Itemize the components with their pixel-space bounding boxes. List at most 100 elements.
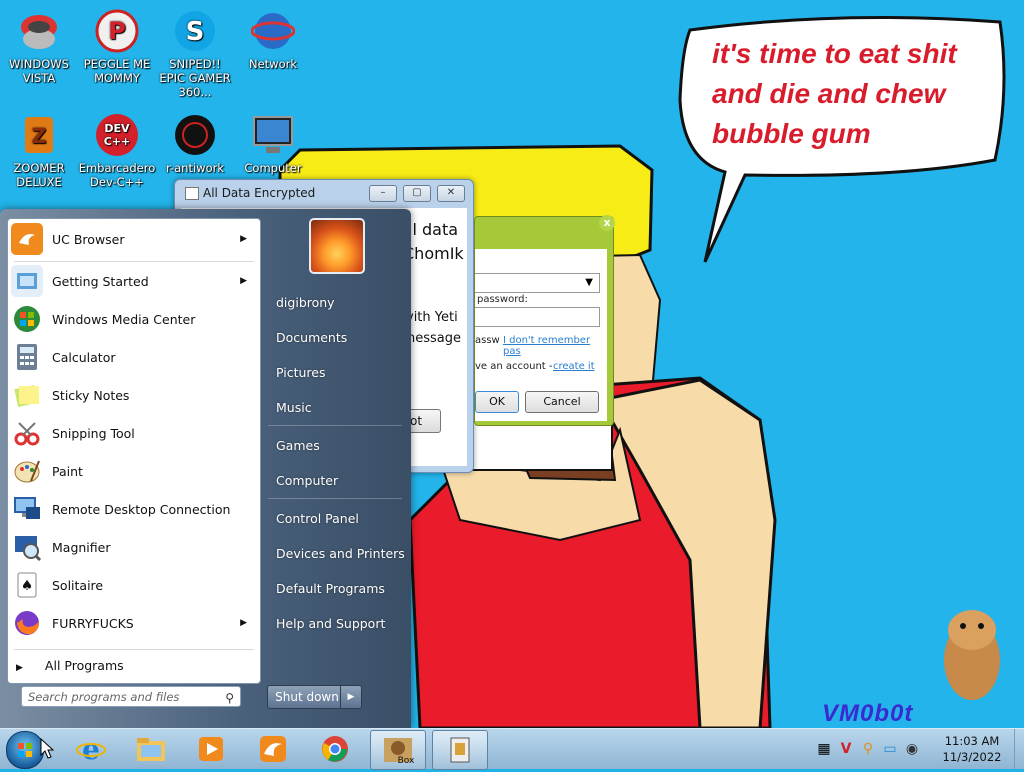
ok-button[interactable]: OK (475, 391, 519, 413)
svg-text:♠: ♠ (21, 578, 34, 594)
skype-icon: S (172, 8, 218, 54)
media-player-icon (199, 737, 223, 761)
clock-time: 11:03 AM (944, 734, 1000, 748)
right-item-devices-printers[interactable]: Devices and Printers (276, 546, 405, 561)
tray-search-icon[interactable]: ⚲ (860, 741, 876, 757)
peggle-icon: P (94, 8, 140, 54)
right-item-default-programs[interactable]: Default Programs (276, 581, 385, 596)
login-close-button[interactable]: x (599, 215, 615, 231)
desktop-icon-peggle[interactable]: P PEGGLE ME MOMMY (78, 6, 156, 85)
close-button[interactable]: ✕ (437, 185, 465, 202)
program-calculator[interactable]: Calculator (11, 339, 257, 375)
speech-bubble-text: it's time to eat shit and die and chew b… (712, 38, 957, 149)
taskbar-internet-explorer[interactable]: e (64, 730, 118, 768)
start-button[interactable] (6, 731, 44, 769)
desktop-icon-network[interactable]: Network (234, 6, 312, 71)
encrypt-window-titlebar[interactable]: All Data Encrypted – ▢ ✕ (175, 180, 473, 206)
toilet-icon (16, 8, 62, 54)
internet-explorer-icon: e (76, 734, 106, 764)
search-icon: ⚲ (225, 691, 234, 705)
all-programs-button[interactable]: ▶ All Programs (16, 658, 124, 673)
shutdown-button[interactable]: Shut down (267, 685, 347, 709)
right-item-pictures[interactable]: Pictures (276, 365, 326, 380)
program-label: Windows Media Center (52, 311, 196, 327)
right-item-user[interactable]: digibrony (276, 295, 335, 310)
sticky-notes-icon (11, 379, 43, 411)
taskbar-uc-browser[interactable] (246, 730, 300, 768)
taskbar-chrome[interactable] (308, 730, 362, 768)
firefox-icon (11, 607, 43, 639)
search-programs-input[interactable]: Search programs and files ⚲ (21, 686, 241, 707)
dropdown-arrow-icon: ▼ (585, 277, 593, 288)
taskbar-file-explorer[interactable] (124, 730, 178, 768)
program-label: Remote Desktop Connection (52, 501, 231, 517)
maximize-button[interactable]: ▢ (403, 185, 431, 202)
tray-network-icon[interactable]: ▭ (882, 741, 898, 757)
network-globe-icon (250, 8, 296, 54)
account-select[interactable]: ▼ (475, 273, 600, 293)
right-item-computer[interactable]: Computer (276, 473, 338, 488)
desktop-icon-label: Embarcadero Dev-C++ (78, 161, 156, 189)
program-label: Getting Started (52, 273, 149, 289)
program-snipping-tool[interactable]: Snipping Tool (11, 415, 257, 451)
tray-volume-icon[interactable]: ◉ (904, 741, 920, 757)
desktop-icon-computer[interactable]: Computer (234, 110, 312, 175)
program-windows-media-center[interactable]: Windows Media Center (11, 301, 257, 337)
program-label: Solitaire (52, 577, 104, 593)
all-programs-label: All Programs (44, 658, 124, 673)
program-getting-started[interactable]: Getting Started ▶ (11, 263, 257, 299)
show-desktop-button[interactable] (1014, 729, 1024, 769)
right-item-help-support[interactable]: Help and Support (276, 616, 385, 631)
program-furryfucks[interactable]: FURRYFUCKS ▶ (11, 605, 257, 641)
program-label: Calculator (52, 349, 116, 365)
program-magnifier[interactable]: Magnifier (11, 529, 257, 565)
start-menu-programs-panel: UC Browser ▶ Getting Started ▶ Windows M… (7, 218, 261, 684)
box-label: Box (398, 756, 415, 766)
desktop-icon-windows-vista[interactable]: WINDOWS VISTA (0, 6, 78, 85)
taskbar-media-player[interactable] (184, 730, 238, 768)
watermark-text: VM0b0t (822, 700, 914, 727)
playing-card-icon: ♠ (11, 569, 43, 601)
program-paint[interactable]: Paint (11, 453, 257, 489)
cancel-button[interactable]: Cancel (525, 391, 599, 413)
peggle-badge: P (108, 17, 126, 45)
program-remote-desktop[interactable]: Remote Desktop Connection (11, 491, 257, 527)
desktop-icon-antiwork[interactable]: r-antiwork (156, 110, 234, 175)
desktop-icon-zoomer[interactable]: Z ZOOMER DELUXE (0, 110, 78, 189)
taskbar-app[interactable] (432, 730, 488, 770)
tray-v-icon[interactable]: V (838, 741, 854, 757)
program-solitaire[interactable]: ♠ Solitaire (11, 567, 257, 603)
program-label: FURRYFUCKS (52, 615, 134, 631)
paint-palette-icon (11, 455, 43, 487)
password-input[interactable] (475, 307, 600, 327)
desktop-icon-label: Network (248, 57, 298, 71)
taskbar-clock[interactable]: 11:03 AM 11/3/2022 (940, 733, 1004, 765)
program-label: Sticky Notes (52, 387, 130, 403)
desktop-icon-devcpp[interactable]: DEV C++ Embarcadero Dev-C++ (78, 110, 156, 189)
shutdown-options-button[interactable]: ▶ (340, 685, 362, 709)
desktop-icon-sniped[interactable]: S SNIPED!! EPIC GAMER 360... (156, 6, 234, 99)
divider (268, 498, 402, 499)
encrypt-window-title: All Data Encrypted (203, 186, 316, 200)
desktop-icon-label: Computer (244, 161, 302, 175)
app-window-icon (450, 737, 470, 763)
program-sticky-notes[interactable]: Sticky Notes (11, 377, 257, 413)
user-avatar[interactable] (309, 218, 365, 274)
scissors-icon (11, 417, 43, 449)
remote-desktop-icon (11, 493, 43, 525)
hamster-box-icon: Box (384, 738, 415, 766)
right-item-games[interactable]: Games (276, 438, 320, 453)
clock-date: 11/3/2022 (942, 750, 1002, 764)
tray-app-icon[interactable]: ▦ (816, 741, 832, 757)
right-item-control-panel[interactable]: Control Panel (276, 511, 359, 526)
program-uc-browser[interactable]: UC Browser ▶ (11, 221, 257, 257)
taskbar-box-app[interactable]: Box (370, 730, 426, 770)
create-account-link[interactable]: create it (553, 361, 595, 372)
right-item-documents[interactable]: Documents (276, 330, 347, 345)
desktop: it's time to eat shit and die and chew b… (0, 0, 1024, 728)
right-item-music[interactable]: Music (276, 400, 312, 415)
minimize-button[interactable]: – (369, 185, 397, 202)
login-window[interactable]: x ▼ password: assw I don't remember pas … (474, 215, 615, 426)
desktop-icon-label: PEGGLE ME MOMMY (83, 57, 151, 85)
forgot-password-link[interactable]: I don't remember pas (503, 335, 607, 357)
